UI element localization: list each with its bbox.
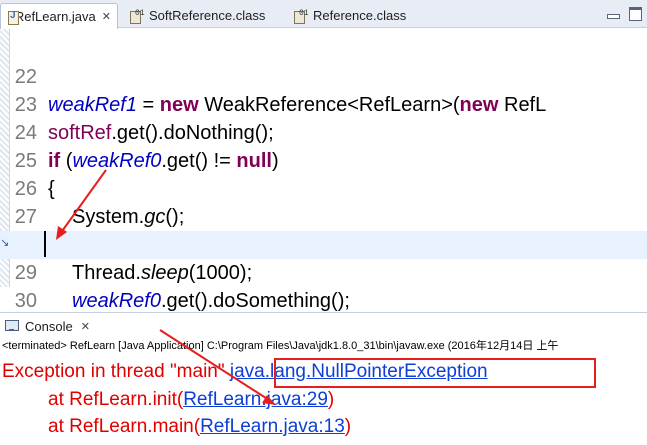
code-line[interactable]: 24 if (weakRef0.get() != null) xyxy=(0,91,647,172)
stack-frame-suffix: ) xyxy=(327,389,335,410)
class-file-icon xyxy=(294,9,309,24)
code-line[interactable]: 27 Thread.sleep(2000); xyxy=(0,175,647,256)
stack-frame-link[interactable]: RefLearn.java:13 xyxy=(200,416,345,437)
exception-prefix: Exception in thread "main" xyxy=(2,361,230,382)
code-line[interactable]: 22 weakRef1 = new WeakReference<RefLearn… xyxy=(0,35,647,116)
code-line[interactable]: 25 { xyxy=(0,119,647,200)
stack-frame-suffix: ) xyxy=(344,416,352,437)
stack-frame-prefix: at RefLearn.main( xyxy=(48,416,201,437)
terminated-status: <terminated> RefLearn [Java Application]… xyxy=(2,340,559,352)
code-line[interactable]: 26 System.gc(); xyxy=(0,147,647,228)
tab-console[interactable]: Console ✕ xyxy=(0,315,90,337)
stack-frame: at RefLearn.main(RefLearn.java:13) xyxy=(48,414,351,440)
close-icon[interactable]: ✕ xyxy=(81,320,90,333)
minimize-icon[interactable] xyxy=(606,5,620,19)
stack-frame: at RefLearn.init(RefLearn.java:29) xyxy=(48,387,334,413)
code-line[interactable]: 28 Thread.sleep(1000); xyxy=(0,203,647,284)
tab-softreference-class[interactable]: SoftReference.class xyxy=(124,3,284,28)
close-icon[interactable]: ✕ xyxy=(102,10,111,23)
console-tab-bar: Console ✕ xyxy=(0,312,647,338)
tab-reflearn-java[interactable]: RefLearn.java ✕ xyxy=(0,3,118,29)
code-editor[interactable]: 22 weakRef1 = new WeakReference<RefLearn… xyxy=(0,29,647,340)
line-number: 30 xyxy=(14,290,37,312)
tab-label: SoftReference.class xyxy=(149,8,266,23)
java-file-icon xyxy=(7,10,19,25)
code-line-current[interactable]: 29 weakRef0.get().doSomething(); xyxy=(0,231,647,312)
class-file-icon xyxy=(130,9,145,24)
tab-label: Reference.class xyxy=(313,8,407,23)
code-line[interactable]: 30 } xyxy=(0,259,647,340)
annotation-highlight-box xyxy=(274,358,596,388)
code-line[interactable]: 23 softRef.get().doNothing(); xyxy=(0,63,647,144)
console-monitor-icon xyxy=(5,320,19,332)
tab-label: RefLearn.java xyxy=(14,9,96,24)
editor-tab-bar: RefLearn.java ✕ SoftReference.class Refe… xyxy=(0,0,647,29)
maximize-icon[interactable] xyxy=(628,5,642,21)
tab-reference-class[interactable]: Reference.class xyxy=(288,3,428,28)
code-text: weakRef0.get().doSomething(); xyxy=(72,290,350,312)
stack-frame-prefix: at RefLearn.init( xyxy=(48,389,184,410)
console-tab-label: Console xyxy=(25,318,73,334)
stack-frame-link[interactable]: RefLearn.java:29 xyxy=(183,389,328,410)
text-caret xyxy=(44,231,46,257)
override-marker-icon: ↘ xyxy=(0,236,10,249)
